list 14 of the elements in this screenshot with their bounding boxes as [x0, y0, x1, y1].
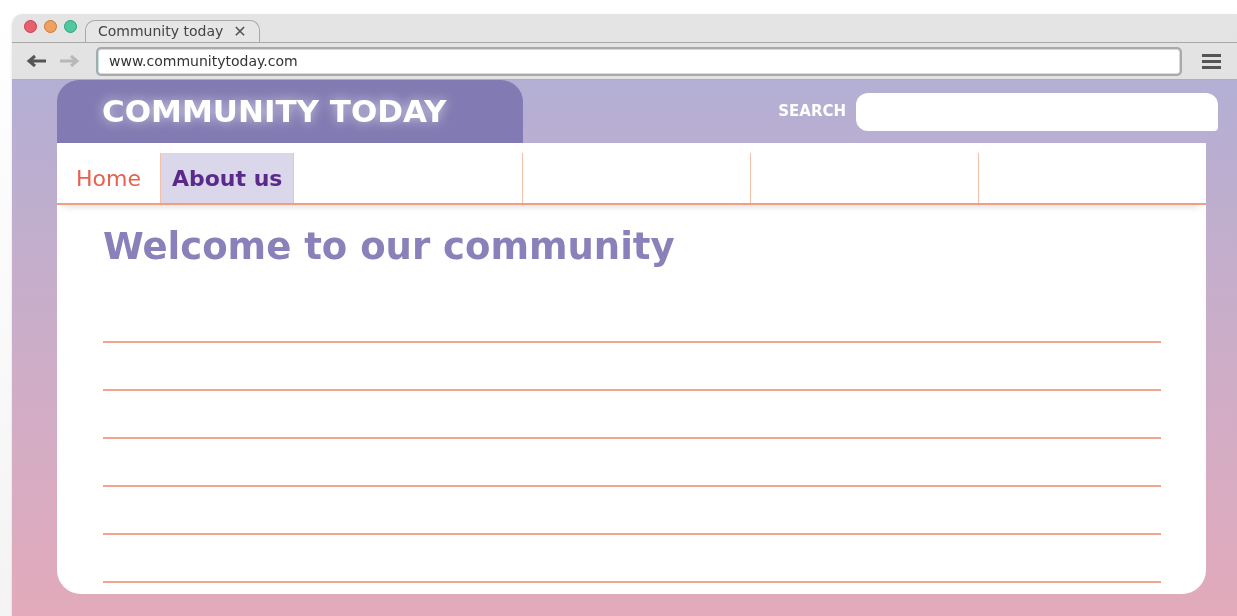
address-text: www.communitytoday.com — [109, 51, 298, 71]
minimize-window-icon[interactable] — [44, 20, 57, 33]
address-field[interactable]: www.communitytoday.com — [98, 48, 1180, 74]
page-heading: Welcome to our community — [103, 225, 676, 269]
browser-tab[interactable]: Community today ✕ — [85, 20, 260, 42]
tab-title: Community today — [98, 22, 224, 41]
nav-tab[interactable]: About us — [159, 153, 295, 203]
search-field[interactable] — [856, 92, 1218, 131]
close-window-icon[interactable] — [24, 20, 37, 33]
search-label: SEARCH — [778, 101, 846, 123]
menu-icon[interactable] — [1202, 53, 1221, 69]
close-icon[interactable]: ✕ — [233, 23, 247, 40]
maximize-window-icon[interactable] — [64, 20, 77, 33]
back-arrow-icon[interactable] — [24, 54, 48, 68]
